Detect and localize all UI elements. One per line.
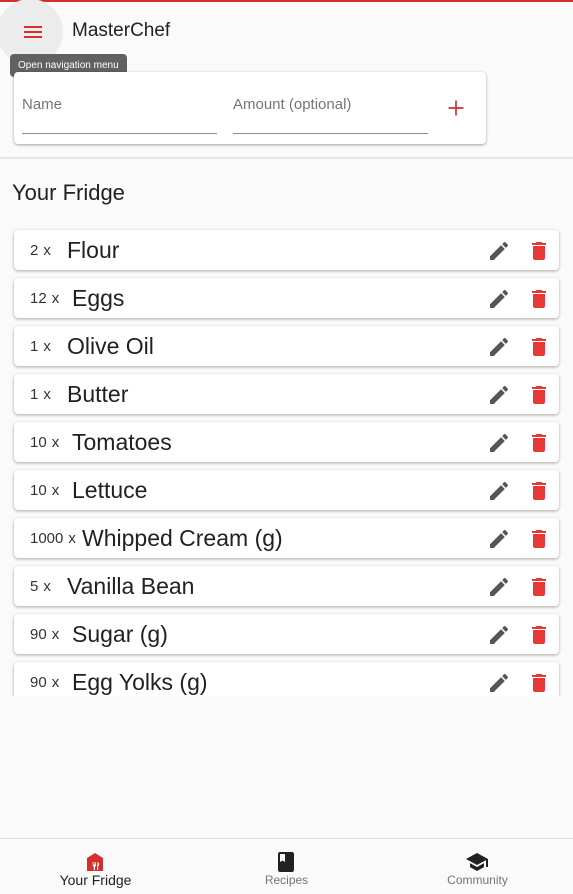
- menu-icon: [24, 26, 42, 38]
- trash-icon[interactable]: [527, 239, 551, 263]
- quantity-unit: x: [43, 578, 51, 595]
- section-title: Your Fridge: [12, 180, 125, 205]
- item-name: Flour: [67, 237, 120, 263]
- nav-label: Recipes: [264, 873, 309, 887]
- item-quantity: 10 x: [30, 482, 59, 499]
- nav-label: Community: [447, 873, 508, 887]
- add-ingredient-card: [14, 72, 486, 144]
- plus-icon: [448, 100, 464, 116]
- book-icon: [278, 852, 294, 872]
- fridge-icon: [87, 853, 103, 871]
- quantity-unit: x: [51, 434, 60, 451]
- item-quantity: 2x: [30, 242, 51, 259]
- list-item: 1x Olive Oil: [14, 326, 559, 366]
- pencil-icon[interactable]: [487, 287, 511, 311]
- pencil-icon[interactable]: [487, 239, 511, 263]
- school-icon: [466, 853, 488, 871]
- item-name: Tomatoes: [72, 429, 172, 455]
- item-quantity: 90 x: [30, 626, 59, 643]
- trash-icon[interactable]: [527, 479, 551, 503]
- trash-icon[interactable]: [527, 527, 551, 551]
- list-item: 10 x Lettuce: [14, 470, 559, 510]
- nav-community[interactable]: Community: [382, 839, 573, 894]
- quantity-unit: x: [43, 242, 51, 259]
- list-item: 10 x Tomatoes: [14, 422, 559, 462]
- item-name: Butter: [67, 381, 129, 407]
- amount-field[interactable]: [233, 96, 428, 134]
- quantity-value: 1000: [30, 530, 64, 547]
- item-name: Olive Oil: [67, 333, 154, 359]
- quantity-unit: x: [51, 626, 60, 643]
- pencil-icon[interactable]: [487, 383, 511, 407]
- item-name: Egg Yolks (g): [72, 669, 208, 695]
- nav-your-fridge[interactable]: Your Fridge: [0, 839, 191, 894]
- trash-icon[interactable]: [527, 287, 551, 311]
- item-quantity: 1x: [30, 386, 51, 403]
- trash-icon[interactable]: [527, 383, 551, 407]
- item-name: Whipped Cream (g): [82, 525, 283, 551]
- add-ingredient-button[interactable]: [444, 96, 468, 120]
- list-item: 90 x Egg Yolks (g): [14, 662, 559, 696]
- pencil-icon[interactable]: [487, 431, 511, 455]
- quantity-value: 10: [30, 434, 47, 451]
- quantity-value: 10: [30, 482, 47, 499]
- amount-input[interactable]: [233, 96, 428, 113]
- item-name: Eggs: [72, 285, 125, 311]
- quantity-value: 1: [30, 338, 39, 355]
- item-quantity: 10 x: [30, 434, 59, 451]
- nav-recipes[interactable]: Recipes: [191, 839, 382, 894]
- item-quantity: 12 x: [30, 290, 59, 307]
- item-name: Sugar (g): [72, 621, 168, 647]
- app-title: MasterChef: [72, 20, 171, 41]
- pencil-icon[interactable]: [487, 527, 511, 551]
- quantity-value: 5: [30, 578, 39, 595]
- name-input[interactable]: [22, 96, 217, 113]
- pencil-icon[interactable]: [487, 671, 511, 695]
- item-quantity: 5x: [30, 578, 51, 595]
- pencil-icon[interactable]: [487, 575, 511, 599]
- list-item: 1x Butter: [14, 374, 559, 414]
- fridge-list[interactable]: 2x Flour 12 x Eggs 1x Olive Oil 1x Butter…: [0, 224, 573, 696]
- quantity-value: 2: [30, 242, 39, 259]
- quantity-unit: x: [51, 482, 60, 499]
- app-bar: MasterChef: [0, 0, 573, 65]
- trash-icon[interactable]: [527, 431, 551, 455]
- quantity-unit: x: [51, 674, 60, 691]
- item-quantity: 90 x: [30, 674, 59, 691]
- list-item: 2x Flour: [14, 230, 559, 270]
- item-name: Vanilla Bean: [67, 573, 195, 599]
- nav-label: Your Fridge: [59, 872, 132, 888]
- list-item: 12 x Eggs: [14, 278, 559, 318]
- trash-icon[interactable]: [527, 575, 551, 599]
- trash-icon[interactable]: [527, 335, 551, 359]
- pencil-icon[interactable]: [487, 335, 511, 359]
- divider: [0, 157, 573, 159]
- quantity-unit: x: [43, 338, 51, 355]
- quantity-unit: x: [43, 386, 51, 403]
- item-name: Lettuce: [72, 477, 148, 503]
- pencil-icon[interactable]: [487, 479, 511, 503]
- list-item: 90 x Sugar (g): [14, 614, 559, 654]
- quantity-value: 90: [30, 674, 47, 691]
- quantity-value: 12: [30, 290, 47, 307]
- quantity-value: 90: [30, 626, 47, 643]
- bottom-navigation: Your Fridge Recipes Community: [0, 838, 573, 894]
- pencil-icon[interactable]: [487, 623, 511, 647]
- quantity-unit: x: [51, 290, 60, 307]
- trash-icon[interactable]: [527, 671, 551, 695]
- list-item: 5x Vanilla Bean: [14, 566, 559, 606]
- item-quantity: 1x: [30, 338, 51, 355]
- list-item: 1000 x Whipped Cream (g): [14, 518, 559, 558]
- quantity-unit: x: [68, 530, 76, 547]
- name-field[interactable]: [22, 96, 217, 134]
- trash-icon[interactable]: [527, 623, 551, 647]
- quantity-value: 1: [30, 386, 39, 403]
- item-quantity: 1000 x: [30, 530, 76, 547]
